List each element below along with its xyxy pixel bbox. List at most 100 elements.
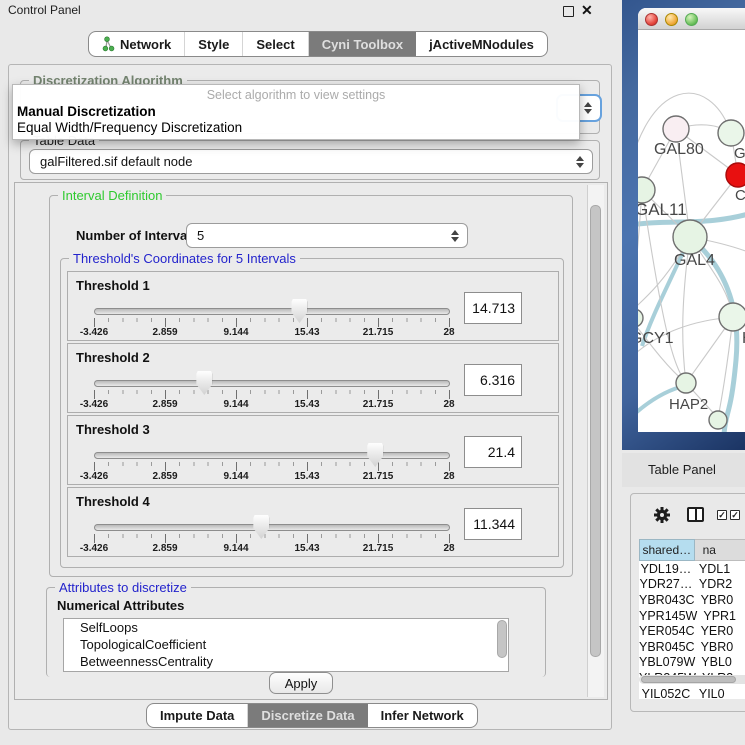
- network-node[interactable]: [638, 309, 643, 327]
- svg-text:HAP2: HAP2: [669, 396, 708, 413]
- combobox-arrows-icon: [584, 102, 592, 114]
- threshold-4-value-field[interactable]: 11.344: [464, 508, 522, 540]
- float-window-icon[interactable]: [563, 6, 574, 17]
- threshold-2-slider-handle[interactable]: [196, 371, 212, 395]
- tab-style-label: Style: [198, 37, 229, 52]
- tab-select[interactable]: Select: [242, 32, 307, 56]
- table-row[interactable]: YBL079WYBL0: [639, 655, 745, 671]
- table-row[interactable]: YPR145WYPR1: [639, 608, 745, 624]
- network-node[interactable]: [709, 411, 727, 429]
- threshold-4-slider-handle[interactable]: [253, 515, 269, 539]
- threshold-4-box: Threshold 4 -3.426 2.859 9.144 15.43 21.…: [67, 487, 559, 557]
- screen: Control Panel ✕ Network Style Select Cyn…: [0, 0, 745, 745]
- table-hscrollbar-track[interactable]: [639, 675, 745, 684]
- checkbox-icon[interactable]: ✓: [730, 510, 740, 520]
- tick-label: 15.43: [294, 399, 319, 410]
- threshold-3-slider-handle[interactable]: [367, 443, 383, 467]
- tick-label: 21.715: [363, 543, 394, 554]
- list-scrollbar-thumb[interactable]: [497, 620, 507, 658]
- table-row[interactable]: YIL052CYIL0: [639, 686, 745, 699]
- tab-infer-network[interactable]: Infer Network: [368, 704, 477, 727]
- tick-label: 2.859: [152, 399, 177, 410]
- tab-discretize-data[interactable]: Discretize Data: [247, 704, 367, 727]
- network-icon: [102, 36, 115, 52]
- threshold-1-box: Threshold 1 -3.426 2.859 9.144 15.43 21.…: [67, 271, 559, 341]
- network-node[interactable]: [676, 373, 696, 393]
- node-table[interactable]: shared… na YDL19…YDL1 YDR27…YDR2 YBR043C…: [639, 539, 745, 699]
- tick-label: -3.426: [80, 543, 108, 554]
- table-data-combobox[interactable]: galFiltered.sif default node: [29, 149, 593, 174]
- numerical-attributes-list[interactable]: SelfLoops TopologicalCoefficient Between…: [63, 618, 509, 672]
- attributes-group: Attributes to discretize Numerical Attri…: [46, 587, 546, 677]
- network-node-selected[interactable]: [726, 163, 745, 187]
- tick-label: 9.144: [223, 543, 248, 554]
- table-panel-header: Table Panel: [622, 453, 745, 487]
- tick-label: 2.859: [152, 543, 177, 554]
- main-scrollbar-thumb[interactable]: [590, 205, 601, 657]
- tick-label: -3.426: [80, 399, 108, 410]
- interval-definition-group: Interval Definition Number of Intervals …: [49, 195, 573, 577]
- tick-label: 28: [443, 399, 454, 410]
- table-row[interactable]: YDR27…YDR2: [639, 577, 745, 593]
- network-node[interactable]: [673, 220, 707, 254]
- list-item[interactable]: SelfLoops: [64, 619, 508, 636]
- tab-cyni-toolbox[interactable]: Cyni Toolbox: [308, 32, 416, 56]
- table-hscrollbar-thumb[interactable]: [641, 676, 736, 683]
- tick-label: 2.859: [152, 471, 177, 482]
- network-node[interactable]: [718, 120, 744, 146]
- tick-label: 21.715: [363, 471, 394, 482]
- tab-discretize-data-label: Discretize Data: [261, 708, 354, 723]
- tick-label: 9.144: [223, 471, 248, 482]
- network-node[interactable]: [663, 116, 689, 142]
- threshold-1-value-field[interactable]: 14.713: [464, 292, 522, 324]
- minimize-traffic-light-icon[interactable]: [665, 13, 678, 26]
- table-row[interactable]: YER054CYER0: [639, 623, 745, 639]
- table-row[interactable]: YBR043CYBR0: [639, 592, 745, 608]
- network-window[interactable]: GAL80 GA C GAL11 GAL4 GCY1 H HAP2: [638, 8, 745, 432]
- number-of-intervals-label: Number of Intervals: [76, 228, 198, 243]
- tick-label: 15.43: [294, 471, 319, 482]
- option-manual-discretization[interactable]: Manual Discretization: [17, 104, 156, 119]
- numerical-attributes-label: Numerical Attributes: [57, 598, 184, 613]
- thresholds-group: Threshold's Coordinates for 5 Intervals …: [60, 258, 564, 568]
- network-canvas[interactable]: GAL80 GA C GAL11 GAL4 GCY1 H HAP2: [638, 30, 745, 432]
- threshold-1-slider-handle[interactable]: [291, 299, 307, 323]
- column-header-shared-name[interactable]: shared…: [639, 539, 695, 561]
- network-nodes[interactable]: [638, 116, 745, 429]
- option-equal-width-frequency[interactable]: Equal Width/Frequency Discretization: [17, 120, 242, 135]
- tab-impute-data-label: Impute Data: [160, 708, 234, 723]
- tick-label: 9.144: [223, 399, 248, 410]
- table-row[interactable]: YDL19…YDL1: [639, 561, 745, 577]
- tab-style[interactable]: Style: [184, 32, 242, 56]
- control-panel-titlebar: Control Panel ✕: [0, 0, 622, 20]
- interval-definition-title: Interval Definition: [58, 188, 166, 203]
- table-panel-body: ✓ ✓ shared… na YDL19…YDL1 YDR27…YDR2 YBR…: [630, 493, 745, 712]
- apply-button[interactable]: Apply: [269, 672, 333, 694]
- network-window-frame: GAL80 GA C GAL11 GAL4 GCY1 H HAP2: [622, 0, 745, 450]
- list-item[interactable]: BetweennessCentrality: [64, 653, 508, 670]
- tick-label: 21.715: [363, 327, 394, 338]
- list-item[interactable]: TopologicalCoefficient: [64, 636, 508, 653]
- close-icon[interactable]: ✕: [581, 0, 593, 20]
- top-tabbar: Network Style Select Cyni Toolbox jActiv…: [88, 31, 548, 57]
- right-region: GAL80 GA C GAL11 GAL4 GCY1 H HAP2 Table …: [622, 0, 745, 745]
- split-panel-icon[interactable]: [687, 507, 704, 522]
- table-row[interactable]: YBR045CYBR0: [639, 639, 745, 655]
- tick-label: 9.144: [223, 327, 248, 338]
- algorithm-dropdown-popup: Select algorithm to view settings Manual…: [12, 84, 580, 140]
- zoom-traffic-light-icon[interactable]: [685, 13, 698, 26]
- network-node[interactable]: [719, 303, 745, 331]
- tab-network[interactable]: Network: [89, 32, 184, 56]
- threshold-3-value-field[interactable]: 21.4: [464, 436, 522, 468]
- table-panel-title: Table Panel: [648, 462, 716, 477]
- network-window-titlebar: [638, 8, 745, 30]
- close-traffic-light-icon[interactable]: [645, 13, 658, 26]
- threshold-2-value-field[interactable]: 6.316: [464, 364, 522, 396]
- tab-impute-data[interactable]: Impute Data: [147, 704, 247, 727]
- checkbox-icon[interactable]: ✓: [717, 510, 727, 520]
- column-header-name[interactable]: na: [695, 539, 745, 561]
- gear-icon[interactable]: [653, 506, 671, 524]
- tab-jactivemnodules[interactable]: jActiveMNodules: [416, 32, 547, 56]
- number-of-intervals-combobox[interactable]: 5: [186, 223, 468, 248]
- table-data-group: Table Data galFiltered.sif default node: [20, 140, 600, 180]
